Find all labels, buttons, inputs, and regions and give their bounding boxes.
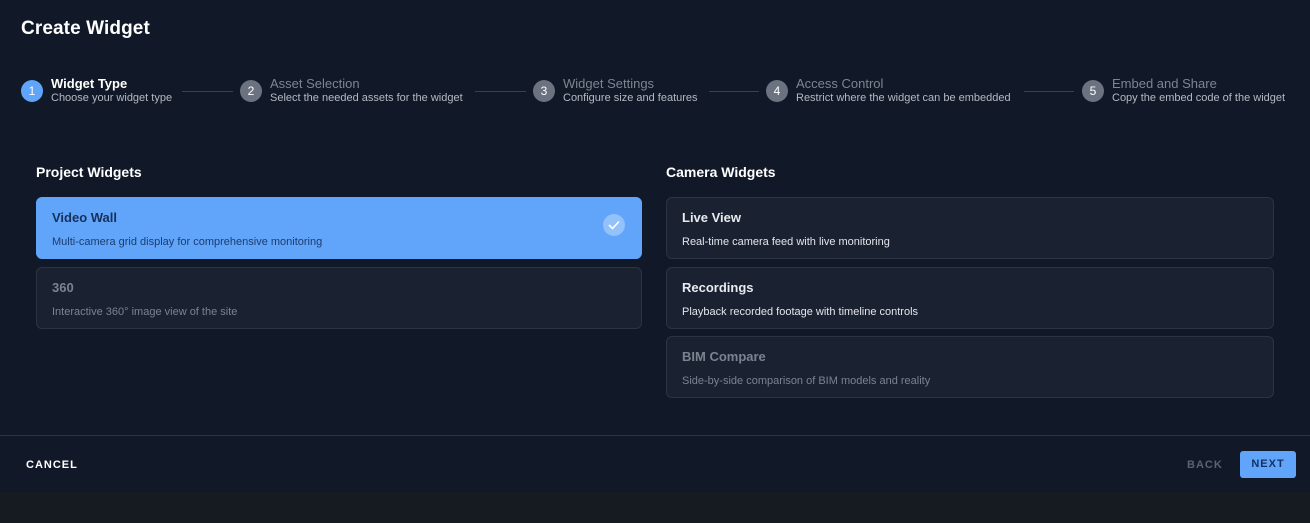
widget-card-live-view[interactable]: Live View Real-time camera feed with liv…	[666, 197, 1274, 259]
step-subtitle: Restrict where the widget can be embedde…	[796, 92, 1011, 104]
step-title: Asset Selection	[270, 76, 360, 91]
back-button[interactable]: BACK	[1187, 459, 1223, 471]
step-title: Access Control	[796, 76, 884, 91]
step-title: Embed and Share	[1112, 76, 1217, 91]
step-connector	[475, 91, 526, 92]
card-title: Video Wall	[52, 210, 118, 225]
card-title: Recordings	[682, 280, 754, 295]
camera-widgets-heading: Camera Widgets	[666, 164, 776, 180]
stepper: 1 Widget Type Choose your widget type 2 …	[21, 75, 1291, 109]
step-number: 2	[240, 80, 262, 102]
step-subtitle: Choose your widget type	[51, 92, 173, 104]
step-connector	[182, 91, 233, 92]
card-description: Side-by-side comparison of BIM models an…	[682, 375, 931, 387]
widget-card-bim-compare[interactable]: BIM Compare Side-by-side comparison of B…	[666, 336, 1274, 398]
step-connector	[1024, 91, 1074, 92]
step-title: Widget Settings	[563, 76, 655, 91]
step-title: Widget Type	[51, 76, 128, 91]
step-connector	[709, 91, 759, 92]
footer-divider	[0, 435, 1310, 436]
check-icon	[603, 214, 625, 236]
next-button[interactable]: NEXT	[1240, 451, 1296, 478]
widget-card-recordings[interactable]: Recordings Playback recorded footage wit…	[666, 267, 1274, 329]
widget-card-360[interactable]: 360 Interactive 360° image view of the s…	[36, 267, 642, 329]
create-widget-dialog: Create Widget 1 Widget Type Choose your …	[0, 0, 1310, 492]
widget-card-video-wall[interactable]: Video Wall Multi-camera grid display for…	[36, 197, 642, 259]
card-description: Playback recorded footage with timeline …	[682, 306, 919, 318]
dialog-title: Create Widget	[21, 18, 150, 39]
card-description: Multi-camera grid display for comprehens…	[52, 236, 323, 248]
card-description: Interactive 360° image view of the site	[52, 306, 238, 318]
step-number: 4	[766, 80, 788, 102]
step-number: 5	[1082, 80, 1104, 102]
card-title: 360	[52, 280, 74, 295]
step-subtitle: Configure size and features	[563, 92, 698, 104]
cancel-button[interactable]: CANCEL	[26, 459, 78, 471]
step-number: 3	[533, 80, 555, 102]
project-widgets-heading: Project Widgets	[36, 164, 142, 180]
card-description: Real-time camera feed with live monitori…	[682, 236, 890, 248]
step-subtitle: Select the needed assets for the widget	[270, 92, 463, 104]
step-subtitle: Copy the embed code of the widget	[1112, 92, 1286, 104]
card-title: BIM Compare	[682, 349, 766, 364]
step-number: 1	[21, 80, 43, 102]
card-title: Live View	[682, 210, 742, 225]
